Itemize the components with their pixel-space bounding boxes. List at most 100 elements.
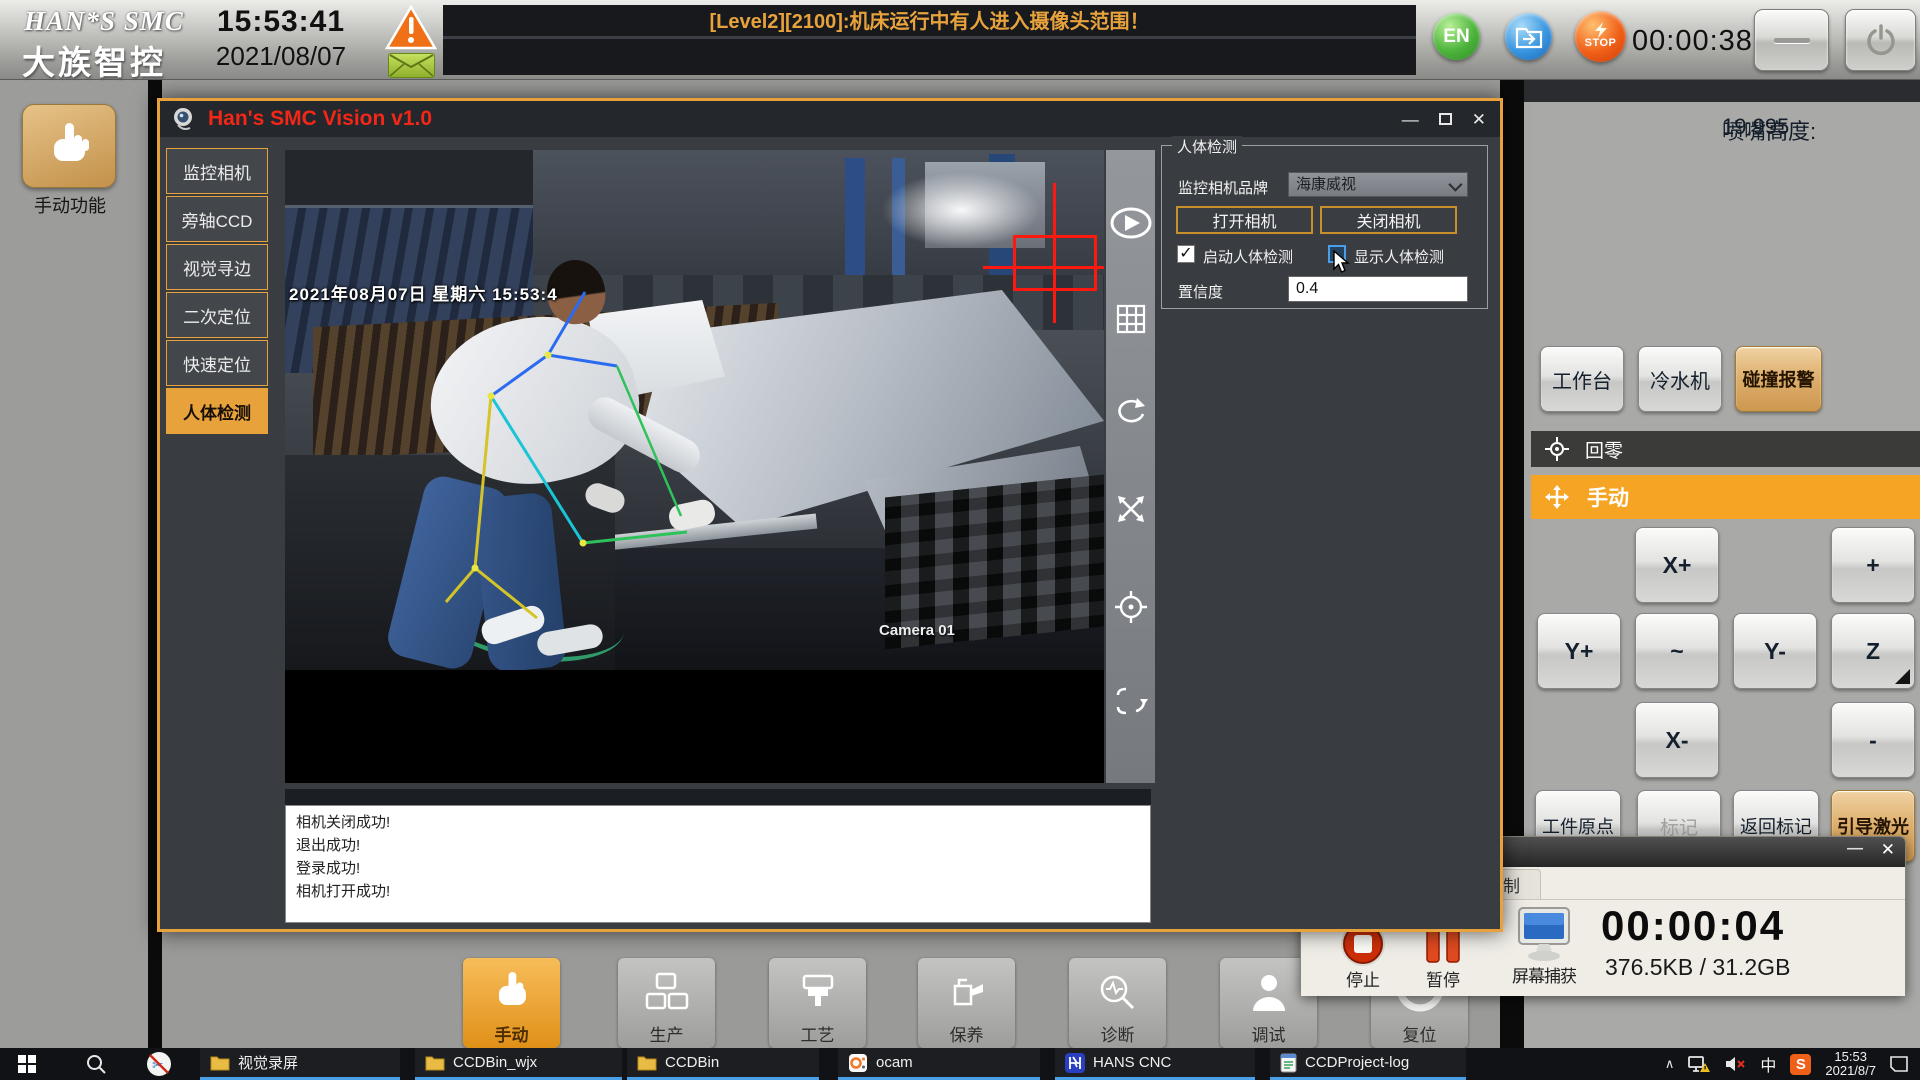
oil-can-icon <box>918 964 1015 1020</box>
windows-logo-icon <box>18 1055 36 1073</box>
menu-tile-diagnosis[interactable]: 诊断 <box>1069 958 1166 1048</box>
rotate-frame-button[interactable] <box>1106 681 1155 721</box>
camera-brand-dropdown[interactable]: 海康威视 <box>1288 172 1468 197</box>
minimize-system-button[interactable] <box>1754 9 1829 71</box>
tab-vision-edge[interactable]: 视觉寻边 <box>166 244 268 290</box>
message-icon[interactable] <box>388 53 435 78</box>
ime-indicator[interactable]: 中 <box>1760 1052 1776 1076</box>
search-button[interactable] <box>76 1048 116 1080</box>
tab-monitor-camera[interactable]: 监控相机 <box>166 148 268 194</box>
system-tray: ∧ 中 S 15:53 2021/8/7 <box>1665 1048 1920 1080</box>
tray-expand-icon[interactable]: ∧ <box>1665 1056 1675 1072</box>
home-zero-row[interactable]: 回零 <box>1531 431 1920 467</box>
hand-pointer-icon <box>54 123 89 161</box>
confidence-input[interactable] <box>1288 276 1468 302</box>
open-camera-button[interactable]: 打开相机 <box>1176 206 1313 234</box>
confidence-label: 置信度 <box>1178 284 1224 301</box>
recorder-minimize-button[interactable]: — <box>1847 840 1863 858</box>
system-clock: 15:53:41 2021/08/07 <box>196 5 366 72</box>
menu-tile-maintenance[interactable]: 保养 <box>918 958 1015 1048</box>
taskbar-app-ccdbin-wjx[interactable]: CCDBin_wjx <box>415 1048 622 1080</box>
chiller-button[interactable]: 冷水机 <box>1638 346 1722 412</box>
taskbar-app-ocam[interactable]: ocam <box>838 1048 1040 1080</box>
record-filesize: 376.5KB / 31.2GB <box>1605 954 1791 980</box>
menu-tile-process[interactable]: 工艺 <box>769 958 866 1048</box>
jog-speed-button[interactable]: ~ <box>1635 613 1719 689</box>
vision-minimize-button[interactable]: — <box>1402 111 1419 128</box>
boxes-icon <box>618 964 715 1020</box>
human-detection-panel: 人体检测 监控相机品牌 海康威视 打开相机 关闭相机 ✓ 启动人体检测 显示人体… <box>1161 136 1488 309</box>
emergency-stop-button[interactable]: STOP <box>1575 11 1626 62</box>
grid-view-button[interactable] <box>1106 299 1155 339</box>
top-bar: HAN*S SMC 大族智控 15:53:41 2021/08/07 [Leve… <box>0 0 1920 81</box>
tab-side-ccd[interactable]: 旁轴CCD <box>166 196 268 242</box>
move-arrows-icon <box>1545 485 1569 509</box>
collision-alarm-button[interactable]: 碰撞报警 <box>1735 346 1822 412</box>
language-en-button[interactable]: EN <box>1433 13 1480 60</box>
vision-close-button[interactable]: ✕ <box>1472 111 1486 128</box>
screen-capture-icon <box>1513 906 1575 964</box>
volume-muted-icon[interactable] <box>1724 1055 1746 1073</box>
jog-x-minus-button[interactable]: X- <box>1635 702 1719 778</box>
sogou-tray-icon[interactable]: S <box>1790 1053 1812 1075</box>
menu-tile-manual[interactable]: 手动 <box>463 958 560 1048</box>
vision-window-title: Han's SMC Vision v1.0 <box>208 107 433 130</box>
home-zero-label: 回零 <box>1585 440 1624 462</box>
manual-mode-row[interactable]: 手动 <box>1531 475 1920 519</box>
brand-logo: HAN*S SMC <box>24 6 184 36</box>
jog-z-button[interactable]: Z <box>1831 613 1915 689</box>
tab-human-detection[interactable]: 人体检测 <box>166 388 268 434</box>
resize-arrows-button[interactable] <box>1106 489 1155 529</box>
folder-icon <box>210 1056 230 1070</box>
jog-minus-button[interactable]: - <box>1831 702 1915 778</box>
log-line: 相机打开成功! <box>296 883 391 900</box>
menu-tile-production[interactable]: 生产 <box>618 958 715 1048</box>
notification-icon[interactable] <box>1890 1056 1908 1072</box>
close-camera-button[interactable]: 关闭相机 <box>1320 206 1457 234</box>
vision-title-bar[interactable]: Han's SMC Vision v1.0 — ✕ <box>160 101 1500 137</box>
worktable-button[interactable]: 工作台 <box>1540 346 1624 412</box>
rotate-button[interactable] <box>1106 391 1155 431</box>
clock-date: 2021/08/07 <box>215 41 347 71</box>
status-log: 相机关闭成功! 退出成功! 登录成功! 相机打开成功! <box>285 805 1151 923</box>
taskbar-app-vision-record[interactable]: 视觉录屏 <box>200 1048 400 1080</box>
play-button[interactable] <box>1106 203 1155 243</box>
enable-detection-checkbox[interactable]: ✓ <box>1177 245 1195 263</box>
enable-detection-label: 启动人体检测 <box>1203 249 1294 266</box>
mouse-cursor <box>1333 250 1350 273</box>
jog-y-plus-button[interactable]: Y+ <box>1537 613 1621 689</box>
capture-blocker-tray-app[interactable]: ✂ <box>136 1048 182 1080</box>
jog-plus-button[interactable]: + <box>1831 527 1915 603</box>
power-icon <box>1866 24 1895 56</box>
jog-x-plus-button[interactable]: X+ <box>1635 527 1719 603</box>
session-timer: 00:00:38 <box>1632 25 1753 57</box>
taskbar-app-ccdproject-log[interactable]: CCDProject-log <box>1270 1048 1466 1080</box>
tab-fast-positioning[interactable]: 快速定位 <box>166 340 268 386</box>
webcam-icon <box>174 108 192 130</box>
recorder-close-button[interactable]: ✕ <box>1881 840 1895 860</box>
screen-capture-label: 屏幕捕获 <box>1512 967 1577 986</box>
windows-taskbar: ✂ 视觉录屏 CCDBin_wjx CCDBin ocam HANS CNC C… <box>0 1048 1920 1080</box>
alarm-banner: [Level2][2100]:机床运行中有人进入摄像头范围！ <box>443 5 1416 75</box>
network-status-icon[interactable] <box>1688 1055 1711 1073</box>
taskbar-app-hans-cnc[interactable]: HANS CNC <box>1055 1048 1255 1080</box>
manual-function-button[interactable] <box>22 104 116 188</box>
file-export-button[interactable] <box>1505 13 1552 60</box>
alarm-message: [Level2][2100]:机床运行中有人进入摄像头范围！ <box>443 5 1416 39</box>
alarm-warning-icon[interactable] <box>384 4 438 50</box>
tab-second-positioning[interactable]: 二次定位 <box>166 292 268 338</box>
vision-maximize-button[interactable] <box>1438 113 1452 125</box>
taskbar-clock[interactable]: 15:53 2021/8/7 <box>1825 1050 1876 1078</box>
folder-icon <box>637 1056 657 1070</box>
log-divider <box>285 789 1151 805</box>
folder-icon <box>425 1056 445 1070</box>
vision-window: Han's SMC Vision v1.0 — ✕ 监控相机 旁轴CCD 视觉寻… <box>157 98 1503 932</box>
jog-y-minus-button[interactable]: Y- <box>1733 613 1817 689</box>
hans-cnc-icon <box>1065 1052 1085 1073</box>
start-button[interactable] <box>8 1048 46 1080</box>
taskbar-app-ccdbin[interactable]: CCDBin <box>627 1048 819 1080</box>
target-button[interactable] <box>1106 587 1155 627</box>
lightning-icon <box>1594 22 1607 38</box>
camera-photo <box>285 150 1104 670</box>
power-button[interactable] <box>1845 9 1916 71</box>
